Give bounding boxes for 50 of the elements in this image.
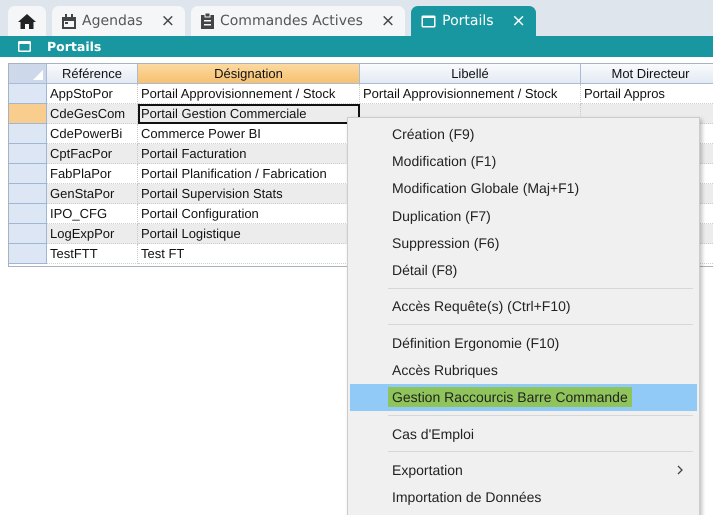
grid-corner[interactable]	[9, 64, 47, 84]
home-icon	[18, 14, 36, 28]
menu-item[interactable]: Définition Ergonomie (F10)	[350, 329, 697, 356]
tab[interactable]: Commandes Actives ×	[190, 6, 406, 36]
table-cell: CdeGesCom	[47, 104, 138, 124]
tab-label: Commandes Actives	[220, 13, 363, 29]
window-icon	[18, 41, 31, 52]
calendar-icon	[62, 14, 76, 28]
row-indicator[interactable]	[9, 204, 47, 224]
clipboard-icon	[200, 13, 214, 29]
row-indicator[interactable]	[9, 184, 47, 204]
tab-label: Portails	[442, 13, 494, 29]
row-indicator[interactable]	[9, 84, 47, 104]
row-indicator[interactable]	[9, 124, 47, 144]
home-tab[interactable]	[8, 6, 46, 36]
table-cell: CptFacPor	[47, 144, 138, 164]
close-icon[interactable]: ×	[380, 11, 396, 31]
column-header[interactable]: Référence	[47, 64, 138, 84]
table-cell: TestFTT	[47, 244, 138, 264]
table-cell: Portail Approvisionnement / Stock	[360, 84, 581, 104]
table-cell: IPO_CFG	[47, 204, 138, 224]
row-indicator[interactable]	[9, 164, 47, 184]
column-header[interactable]: Mot Directeur	[581, 64, 713, 84]
table-cell: LogExpPor	[47, 224, 138, 244]
menu-item[interactable]: Accès Requête(s) (Ctrl+F10)	[350, 292, 697, 320]
panel-title: Portails	[47, 39, 102, 54]
close-icon[interactable]: ×	[512, 11, 526, 31]
tab[interactable]: Portails ×	[411, 6, 536, 36]
table-cell: Portail Gestion Commerciale	[138, 104, 360, 124]
row-indicator[interactable]	[9, 224, 47, 244]
tab[interactable]: Agendas ×	[52, 6, 185, 36]
row-indicator[interactable]	[9, 144, 47, 164]
menu-item[interactable]: Exportation	[350, 456, 697, 484]
table-cell: AppStoPor	[47, 84, 138, 104]
table-cell: Portail Approvisionnement / Stock	[138, 84, 360, 104]
table-cell: FabPlaPor	[47, 164, 138, 184]
column-header[interactable]: Désignation	[138, 64, 360, 84]
row-indicator[interactable]	[9, 244, 47, 264]
corner-triangle-icon	[33, 70, 43, 80]
close-icon[interactable]: ×	[160, 11, 175, 31]
column-header[interactable]: Libellé	[360, 64, 581, 84]
row-indicator[interactable]	[9, 104, 47, 124]
window-icon	[421, 14, 436, 28]
tab-label: Agendas	[82, 13, 143, 29]
table-cell: GenStaPor	[47, 184, 138, 204]
menu-item[interactable]: Importation de Données	[350, 484, 697, 511]
menu-item[interactable]: Gestion Raccourcis Barre Commande	[350, 384, 697, 411]
menu-item[interactable]: Accès Rubriques	[350, 356, 697, 384]
table-cell: CdePowerBi	[47, 124, 138, 144]
menu-item[interactable]: Cas d'Emploi	[350, 420, 697, 448]
